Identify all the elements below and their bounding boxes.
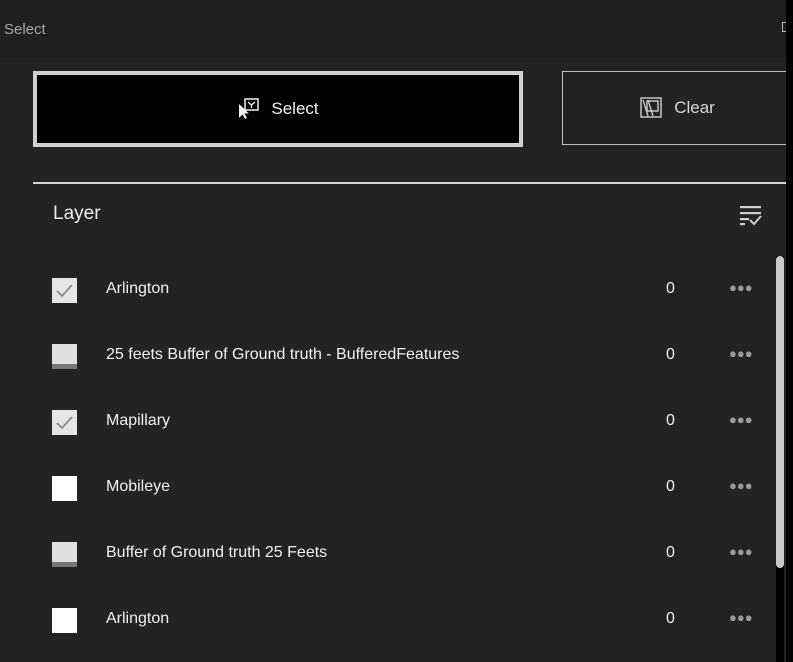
clear-button[interactable]: Clear (562, 71, 786, 145)
layer-selected-count: 0 (666, 280, 675, 297)
layer-name: Arlington (106, 610, 170, 627)
layer-row[interactable]: Mapillary 0 ●●● (0, 389, 786, 456)
layer-row[interactable]: 25 feets Buffer of Ground truth - Buffer… (0, 323, 786, 390)
layer-visibility-checkbox[interactable] (52, 608, 77, 633)
layer-visibility-checkbox[interactable] (52, 476, 77, 501)
more-options-icon[interactable]: ●●● (729, 478, 753, 493)
select-button[interactable]: Select (33, 71, 523, 147)
clear-button-label: Clear (674, 98, 715, 117)
layer-name: Mapillary (106, 412, 171, 429)
layer-row[interactable]: Arlington 0 ●●● (0, 587, 786, 654)
more-options-icon[interactable]: ●●● (729, 544, 753, 559)
layer-row[interactable]: Buffer of Ground truth 25 Feets 0 ●●● (0, 521, 786, 588)
panel-titlebar: Select (0, 0, 786, 58)
select-panel: Select Select Clear Layer Arlington 0 ●●… (0, 0, 786, 662)
layer-name: 25 feets Buffer of Ground truth - Buffer… (106, 346, 460, 363)
layer-name: Arlington (106, 280, 170, 297)
layer-name: Buffer of Ground truth 25 Feets (106, 544, 328, 561)
filter-list-icon[interactable] (739, 203, 763, 232)
layer-name: Mobileye (106, 478, 171, 495)
section-divider (33, 182, 786, 184)
layer-visibility-checkbox[interactable] (52, 542, 77, 567)
more-options-icon[interactable]: ●●● (729, 610, 753, 625)
layer-header: Layer (53, 203, 101, 224)
layer-row[interactable]: Arlington 0 ●●● (0, 257, 786, 324)
layer-visibility-checkbox[interactable] (52, 344, 77, 369)
select-button-label: Select (271, 99, 319, 118)
layer-selected-count: 0 (666, 478, 675, 495)
maximize-icon[interactable] (782, 22, 786, 32)
select-cursor-icon (237, 98, 261, 120)
more-options-icon[interactable]: ●●● (729, 412, 753, 427)
layer-visibility-checkbox[interactable] (52, 278, 77, 303)
more-options-icon[interactable]: ●●● (729, 280, 753, 295)
layer-selected-count: 0 (666, 346, 675, 363)
layer-selected-count: 0 (666, 610, 675, 627)
more-options-icon[interactable]: ●●● (729, 346, 753, 361)
layer-visibility-checkbox[interactable] (52, 410, 77, 435)
layer-selected-count: 0 (666, 544, 675, 561)
panel-title: Select (4, 21, 46, 38)
scrollbar-thumb[interactable] (776, 256, 784, 568)
layer-row[interactable]: Mobileye 0 ●●● (0, 455, 786, 522)
layer-selected-count: 0 (666, 412, 675, 429)
clear-selection-icon (640, 97, 664, 119)
